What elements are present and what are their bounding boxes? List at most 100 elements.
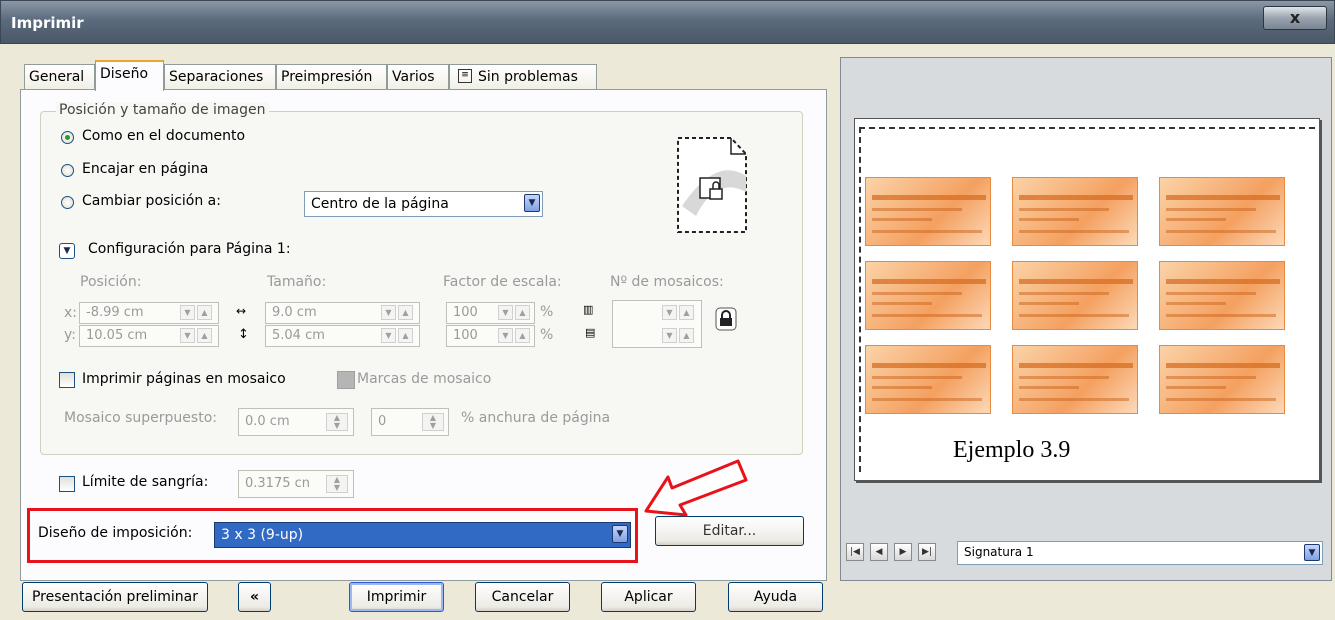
tab-preimpresion[interactable]: Preimpresión xyxy=(276,64,387,90)
radio-reposition[interactable] xyxy=(61,196,74,209)
window-title: Imprimir xyxy=(11,14,84,32)
position-select[interactable]: Centro de la página ▼ xyxy=(304,191,543,217)
checklist-icon: ≡ xyxy=(458,69,472,83)
tab-diseno[interactable]: Diseño xyxy=(95,60,164,91)
tab-sin-problemas-label: Sin problemas xyxy=(478,69,578,85)
edit-button[interactable]: Editar... xyxy=(655,516,804,546)
radio-reposition-label: Cambiar posición a: xyxy=(82,193,221,209)
percent-x-label: % xyxy=(540,304,554,320)
imposition-select[interactable]: 3 x 3 (9-up) ▼ xyxy=(214,522,631,548)
card-thumbnail xyxy=(1012,345,1138,414)
x-up-icon[interactable]: ▲ xyxy=(197,305,212,320)
tiles-header: Nº de mosaicos: xyxy=(610,274,724,290)
first-page-icon[interactable]: |◀ xyxy=(846,543,864,561)
size-header: Tamaño: xyxy=(267,274,327,290)
print-preview-button[interactable]: Presentación preliminar xyxy=(22,582,208,612)
signature-select[interactable]: Signatura 1 ▼ xyxy=(957,541,1323,565)
tab-varios[interactable]: Varios xyxy=(387,64,449,90)
radio-fit-page[interactable] xyxy=(61,164,74,177)
radio-fit-page-label: Encajar en página xyxy=(82,161,209,177)
scale-x-up-icon[interactable]: ▲ xyxy=(515,305,530,320)
radio-as-document[interactable] xyxy=(61,131,74,144)
y-down-icon[interactable]: ▼ xyxy=(180,328,195,343)
card-thumbnail xyxy=(865,261,991,330)
height-value: 5.04 cm xyxy=(272,328,325,343)
height-field[interactable]: 5.04 cm xyxy=(265,325,420,347)
x-label: x: xyxy=(64,305,78,321)
percent-y-label: % xyxy=(540,327,554,343)
card-thumbnail xyxy=(1159,345,1285,414)
tab-general[interactable]: General xyxy=(24,64,95,90)
tiles-y-up-icon[interactable]: ▲ xyxy=(679,328,694,343)
y-position-value: 10.05 cm xyxy=(86,328,148,343)
last-page-icon[interactable]: ▶| xyxy=(918,543,936,561)
scale-x-value: 100 xyxy=(453,305,478,320)
tile-marks-label: Marcas de mosaico xyxy=(357,371,492,387)
prev-page-icon[interactable]: ◀ xyxy=(870,543,888,561)
overlap-percent-spin-icon[interactable]: ▲ ▼ xyxy=(422,413,444,431)
red-arrow-icon xyxy=(644,459,748,517)
tiles-horizontal-icon: ▥ xyxy=(583,303,594,316)
x-position-value: -8.99 cm xyxy=(86,305,144,320)
help-button[interactable]: Ayuda xyxy=(728,582,823,612)
height-up-icon[interactable]: ▲ xyxy=(398,328,413,343)
y-label: y: xyxy=(64,327,76,343)
overlap-percent-value: 0 xyxy=(378,414,387,429)
cancel-button[interactable]: Cancelar xyxy=(475,582,570,612)
bleed-label: Límite de sangría: xyxy=(82,474,209,490)
width-down-icon[interactable]: ▼ xyxy=(381,305,396,320)
card-thumbnail xyxy=(1159,261,1285,330)
bleed-spin-icon[interactable]: ▲ ▼ xyxy=(326,475,348,493)
scale-header: Factor de escala: xyxy=(443,274,562,290)
card-thumbnail xyxy=(865,345,991,414)
tiles-x-up-icon[interactable]: ▲ xyxy=(679,305,694,320)
imposition-label: Diseño de imposición: xyxy=(38,525,193,541)
bleed-value: 0.3175 cn xyxy=(245,476,311,491)
signature-chevron-down-icon: ▼ xyxy=(1304,544,1320,561)
height-arrows-icon: ↕ xyxy=(238,327,249,342)
tile-marks-checkbox[interactable] xyxy=(337,371,355,389)
imposition-select-value: 3 x 3 (9-up) xyxy=(221,527,304,543)
tab-separaciones[interactable]: Separaciones xyxy=(164,64,276,90)
position-select-value: Centro de la página xyxy=(311,196,449,212)
title-bar: Imprimir x xyxy=(0,0,1335,44)
lock-icon[interactable] xyxy=(715,307,737,331)
page-position-icon xyxy=(677,137,747,233)
width-value: 9.0 cm xyxy=(272,305,317,320)
width-up-icon[interactable]: ▲ xyxy=(398,305,413,320)
tab-sin-problemas[interactable]: ≡ Sin problemas xyxy=(449,64,597,90)
scale-y-down-icon[interactable]: ▼ xyxy=(498,328,513,343)
tiles-x-down-icon[interactable]: ▼ xyxy=(662,305,677,320)
x-down-icon[interactable]: ▼ xyxy=(180,305,195,320)
tile-pages-label: Imprimir páginas en mosaico xyxy=(82,371,286,387)
tiles-vertical-icon: ▤ xyxy=(585,326,596,339)
scale-y-up-icon[interactable]: ▲ xyxy=(515,328,530,343)
card-thumbnail xyxy=(1012,177,1138,246)
width-field[interactable]: 9.0 cm xyxy=(265,302,420,324)
tile-pages-checkbox[interactable] xyxy=(59,372,75,388)
scale-x-down-icon[interactable]: ▼ xyxy=(498,305,513,320)
position-header: Posición: xyxy=(80,274,142,290)
bleed-checkbox[interactable] xyxy=(59,476,75,492)
signature-select-value: Signatura 1 xyxy=(964,545,1034,559)
card-thumbnail xyxy=(1159,177,1285,246)
apply-button[interactable]: Aplicar xyxy=(601,582,696,612)
imposition-chevron-down-icon: ▼ xyxy=(612,525,628,543)
radio-as-document-label: Como en el documento xyxy=(82,128,246,144)
print-button[interactable]: Imprimir xyxy=(349,582,444,612)
next-page-icon[interactable]: ▶ xyxy=(894,543,912,561)
page-config-label: Configuración para Página 1: xyxy=(88,241,291,257)
close-button[interactable]: x xyxy=(1263,6,1327,30)
width-arrows-icon: ↔ xyxy=(236,304,247,318)
tiles-y-down-icon[interactable]: ▼ xyxy=(662,328,677,343)
overlap-spin-icon[interactable]: ▲ ▼ xyxy=(326,413,348,431)
preview-caption: Ejemplo 3.9 xyxy=(953,437,1071,463)
group-title: Posición y tamaño de imagen xyxy=(56,102,269,118)
y-up-icon[interactable]: ▲ xyxy=(197,328,212,343)
scale-y-value: 100 xyxy=(453,328,478,343)
overlap-percent-label: % anchura de página xyxy=(461,410,611,426)
overlap-label: Mosaico superpuesto: xyxy=(64,410,217,426)
height-down-icon[interactable]: ▼ xyxy=(381,328,396,343)
expand-chevron-icon[interactable]: ▼ xyxy=(59,243,75,259)
collapse-icon[interactable]: « xyxy=(238,582,271,612)
